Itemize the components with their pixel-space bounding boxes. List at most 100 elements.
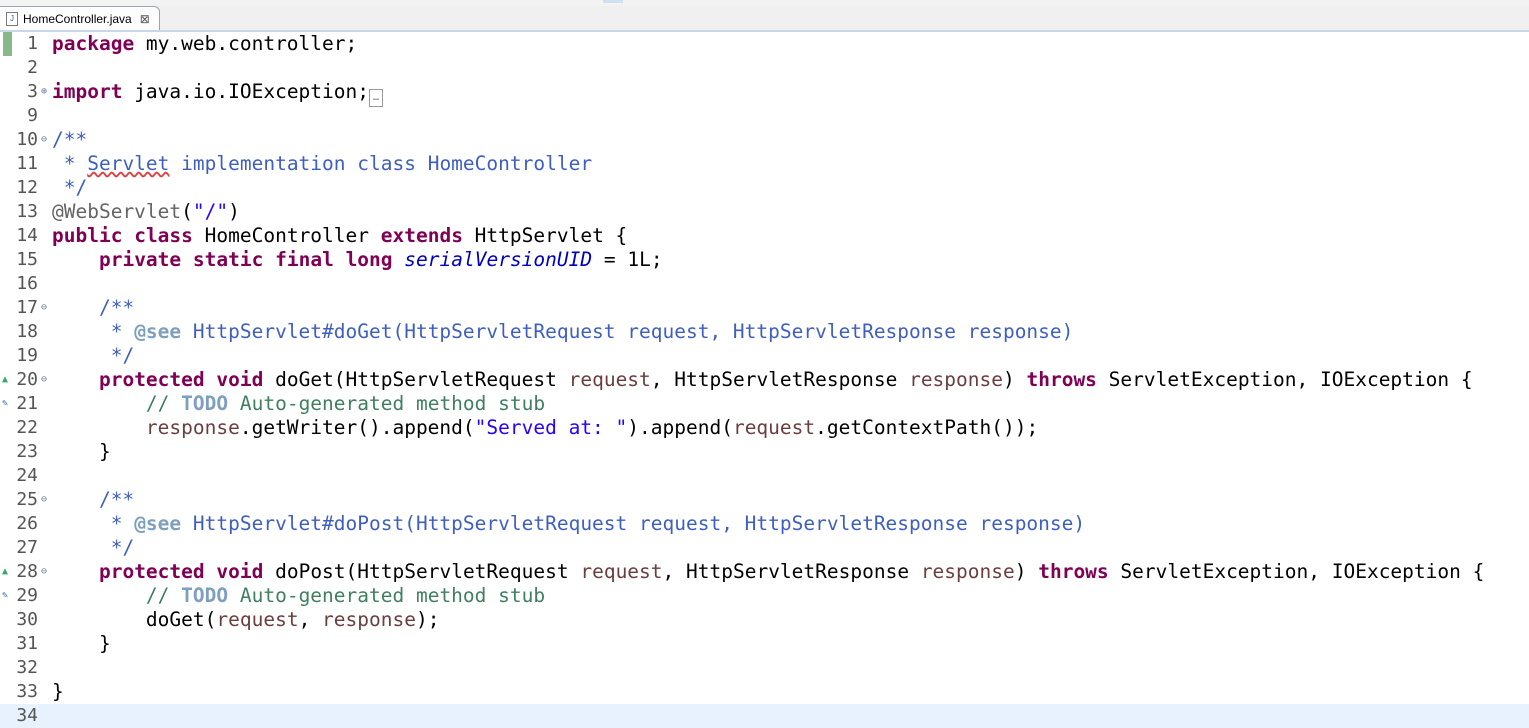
code-text: } bbox=[52, 680, 64, 703]
code-text: */ bbox=[52, 536, 135, 559]
code-line[interactable]: 14 public class HomeController extends Ht… bbox=[0, 224, 1529, 248]
fold-toggle-icon[interactable]: ⊖ bbox=[38, 368, 50, 392]
code-line[interactable]: ✎ 29 // TODO Auto-generated method stub bbox=[0, 584, 1529, 608]
fold-toggle-icon bbox=[38, 464, 50, 488]
code-line[interactable]: 34 bbox=[0, 704, 1529, 728]
tab-home-controller[interactable]: J HomeController.java ⊠ bbox=[0, 6, 160, 30]
line-number: 1 bbox=[27, 33, 38, 54]
fold-toggle-icon bbox=[38, 608, 50, 632]
fold-toggle-icon bbox=[38, 512, 50, 536]
line-number: 3 bbox=[27, 81, 38, 102]
line-number: 14 bbox=[16, 225, 38, 246]
code-line[interactable]: ▲ 20 ⊖ protected void doGet(HttpServletReq… bbox=[0, 368, 1529, 392]
fold-toggle-icon[interactable]: ⊖ bbox=[38, 128, 50, 152]
line-number: 31 bbox=[16, 633, 38, 654]
code-text: * Servlet implementation class HomeContr… bbox=[52, 152, 593, 175]
code-line[interactable]: 26 * @see HttpServlet#doPost(HttpServlet… bbox=[0, 512, 1529, 536]
code-text: // TODO Auto-generated method stub bbox=[145, 584, 546, 607]
task-marker-icon bbox=[2, 296, 14, 320]
code-text: /** bbox=[98, 488, 135, 511]
tab-label: HomeController.java bbox=[23, 11, 132, 26]
task-marker-icon bbox=[2, 32, 14, 56]
fold-toggle-icon[interactable]: ⊕ bbox=[38, 80, 50, 104]
code-text: } bbox=[52, 632, 111, 655]
code-line[interactable]: 2 bbox=[0, 56, 1529, 80]
task-marker-icon bbox=[2, 152, 14, 176]
line-number: 32 bbox=[16, 657, 38, 678]
fold-toggle-icon bbox=[38, 56, 50, 80]
code-text: /** bbox=[52, 128, 88, 151]
code-line[interactable]: 33} bbox=[0, 680, 1529, 704]
task-marker-icon: ✎ bbox=[2, 398, 9, 409]
line-number: 19 bbox=[16, 345, 38, 366]
task-marker-icon bbox=[2, 176, 14, 200]
code-line[interactable]: 3 ⊕ import java.io.IOException;… bbox=[0, 80, 1529, 107]
code-line[interactable]: 18 * @see HttpServlet#doGet(HttpServletR… bbox=[0, 320, 1529, 344]
code-text: private static final long serialVersionU… bbox=[98, 248, 663, 271]
line-number: 2 bbox=[27, 57, 38, 78]
code-text: response.getWriter().append("Served at: … bbox=[145, 416, 1039, 439]
fold-toggle-icon bbox=[38, 704, 50, 728]
java-file-icon: J bbox=[6, 11, 18, 26]
code-line[interactable]: 32 bbox=[0, 656, 1529, 680]
task-marker-icon bbox=[2, 632, 14, 656]
override-marker-icon: ▲ bbox=[2, 374, 9, 385]
line-number: 13 bbox=[16, 201, 38, 222]
code-line[interactable]: ▲ 28 ⊖ protected void doPost(HttpServletRe… bbox=[0, 560, 1529, 584]
code-line[interactable]: 22 response.getWriter().append("Served a… bbox=[0, 416, 1529, 440]
task-marker-icon bbox=[2, 344, 14, 368]
line-number: 20 bbox=[16, 369, 38, 390]
fold-toggle-icon bbox=[38, 632, 50, 656]
code-editor[interactable]: 1 package my.web.controller; 2 3 ⊕ import jav… bbox=[0, 32, 1529, 728]
line-number: 27 bbox=[16, 537, 38, 558]
code-text: /** bbox=[98, 296, 135, 319]
task-marker-icon bbox=[2, 80, 14, 104]
fold-toggle-icon[interactable]: ⊖ bbox=[38, 296, 50, 320]
fold-toggle-icon bbox=[38, 176, 50, 200]
code-line[interactable]: 19 */ bbox=[0, 344, 1529, 368]
code-line[interactable]: 11 * Servlet implementation class HomeCo… bbox=[0, 152, 1529, 176]
fold-toggle-icon[interactable]: ⊖ bbox=[38, 488, 50, 512]
code-text: package my.web.controller; bbox=[52, 32, 358, 55]
line-number: 18 bbox=[16, 321, 38, 342]
fold-toggle-icon bbox=[38, 536, 50, 560]
code-line[interactable]: 12 */ bbox=[0, 176, 1529, 200]
close-icon[interactable]: ⊠ bbox=[140, 12, 150, 26]
code-line[interactable]: 23 } bbox=[0, 440, 1529, 464]
fold-toggle-icon bbox=[38, 152, 50, 176]
code-line[interactable]: 16 bbox=[0, 272, 1529, 296]
code-line[interactable]: 25 ⊖ /** bbox=[0, 488, 1529, 512]
code-line[interactable]: 9 bbox=[0, 104, 1529, 128]
fold-toggle-icon bbox=[38, 392, 50, 416]
code-line[interactable]: 24 bbox=[0, 464, 1529, 488]
line-number: 25 bbox=[16, 489, 38, 510]
task-marker-icon bbox=[2, 488, 14, 512]
line-number: 34 bbox=[16, 705, 38, 726]
code-line[interactable]: 13 @WebServlet("/") bbox=[0, 200, 1529, 224]
line-number: 23 bbox=[16, 441, 38, 462]
code-line[interactable]: 31 } bbox=[0, 632, 1529, 656]
line-number: 9 bbox=[27, 105, 38, 126]
fold-toggle-icon bbox=[38, 416, 50, 440]
line-number: 33 bbox=[16, 681, 38, 702]
code-line[interactable]: ✎ 21 // TODO Auto-generated method stub bbox=[0, 392, 1529, 416]
code-line[interactable]: 27 */ bbox=[0, 536, 1529, 560]
code-line[interactable]: 10 ⊖/** bbox=[0, 128, 1529, 152]
code-line[interactable]: 1 package my.web.controller; bbox=[0, 32, 1529, 56]
task-marker-icon bbox=[2, 536, 14, 560]
code-text: */ bbox=[52, 176, 88, 199]
line-number: 29 bbox=[16, 585, 38, 606]
code-text: * @see HttpServlet#doPost(HttpServletReq… bbox=[52, 512, 1086, 535]
task-marker-icon bbox=[2, 416, 14, 440]
code-line[interactable]: 15 private static final long serialVersi… bbox=[0, 248, 1529, 272]
code-text: // TODO Auto-generated method stub bbox=[145, 392, 546, 415]
task-marker-icon bbox=[2, 656, 14, 680]
code-text: } bbox=[52, 440, 111, 463]
code-line[interactable]: 30 doGet(request, response); bbox=[0, 608, 1529, 632]
fold-toggle-icon[interactable]: ⊖ bbox=[38, 560, 50, 584]
editor-tab-bar: J HomeController.java ⊠ bbox=[0, 6, 1529, 32]
code-line[interactable]: 17 ⊖ /** bbox=[0, 296, 1529, 320]
line-number: 10 bbox=[16, 129, 38, 150]
task-marker-icon bbox=[2, 704, 14, 728]
fold-toggle-icon bbox=[38, 200, 50, 224]
